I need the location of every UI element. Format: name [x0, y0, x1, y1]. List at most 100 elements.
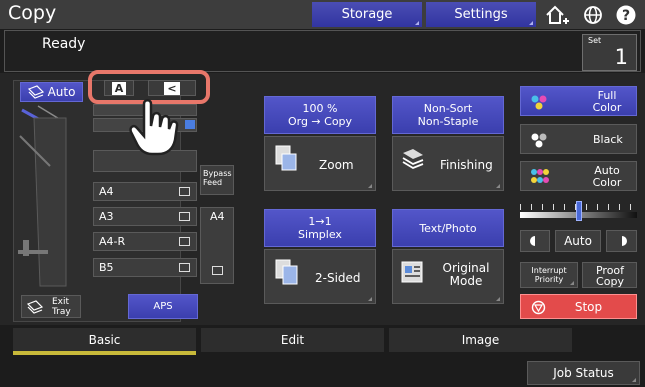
corner-marker-icon [570, 281, 574, 285]
stop-label: Stop [574, 299, 603, 314]
bypass-tray[interactable]: A4 [200, 207, 234, 284]
finishing-display[interactable]: Non-Sort Non-Staple [392, 96, 504, 134]
sort-mode: Non-Sort [423, 102, 473, 115]
density-slider[interactable] [520, 201, 637, 221]
app-title: Copy [8, 2, 57, 24]
auto-color-dots-icon [531, 169, 549, 183]
duplex-ratio: 1→1 [308, 215, 332, 228]
density-lighter-button[interactable] [520, 230, 550, 252]
orientation-landscape-button[interactable]: < [148, 80, 196, 96]
orientation-portrait-button[interactable]: A [104, 80, 134, 96]
bypass-label: Bypass Feed [203, 169, 232, 187]
cassette-1[interactable]: A4 [93, 182, 197, 201]
hand-pointer-icon [129, 99, 179, 156]
duplex-mode: Simplex [298, 228, 342, 241]
black-dots-icon [531, 133, 547, 148]
finishing-stack-icon [402, 149, 424, 170]
corner-marker-icon [529, 21, 533, 25]
zoom-button[interactable]: Zoom [264, 136, 376, 191]
cassette-2-size: A3 [99, 210, 114, 223]
cassette-4-size: B5 [99, 261, 114, 274]
job-status-label: Job Status [553, 366, 614, 380]
selected-tray-indicator [185, 120, 195, 129]
paper-auto-button[interactable]: Auto [20, 82, 83, 102]
tab-image[interactable]: Image [389, 328, 572, 352]
ratio-mode: Org → Copy [287, 115, 353, 128]
ratio-percent: 100 % [302, 102, 338, 115]
original-mode-label-line2: Mode [449, 274, 483, 288]
original-mode-value: Text/Photo [419, 221, 477, 235]
paper-lines-icon [179, 237, 190, 246]
full-color-label: Full Color [581, 90, 633, 114]
corner-marker-icon [632, 378, 636, 382]
interrupt-line1: Interrupt [531, 266, 567, 275]
paper-lines-icon [179, 187, 190, 196]
density-darker-button[interactable] [606, 230, 637, 252]
status-panel [4, 30, 641, 72]
staple-mode: Non-Staple [417, 115, 479, 128]
cassette-2[interactable]: A3 [93, 207, 197, 226]
original-mode-label: Original Mode [441, 262, 491, 288]
set-label: Set [588, 36, 602, 45]
bypass-size: A4 [210, 210, 225, 223]
corner-marker-icon [368, 297, 372, 301]
black-button[interactable]: Black [520, 124, 637, 154]
stop-icon [531, 300, 546, 315]
half-circle-left-icon [530, 236, 535, 246]
auto-color-label: Auto Color [581, 165, 633, 189]
cassette-1-size: A4 [99, 185, 114, 198]
interrupt-label: Interrupt Priority [523, 266, 575, 284]
exit-tray-button[interactable]: Exit Tray [21, 295, 81, 318]
original-mode-button[interactable]: Original Mode [392, 249, 504, 304]
storage-button[interactable]: Storage [312, 2, 422, 27]
finishing-label: Finishing [440, 158, 493, 172]
auto-color-button[interactable]: Auto Color [520, 161, 637, 191]
tab-basic-label: Basic [88, 333, 121, 347]
language-button[interactable] [580, 3, 606, 27]
paper-auto-label: Auto [47, 85, 76, 99]
ratio-display[interactable]: 100 % Org → Copy [264, 96, 376, 134]
interrupt-button[interactable]: Interrupt Priority [520, 262, 578, 288]
globe-icon [584, 6, 602, 24]
aps-button[interactable]: APS [128, 294, 198, 319]
paper-stack-icon [27, 85, 44, 99]
orientation-portrait-label: A [111, 81, 127, 95]
two-sided-button[interactable]: 2-Sided [264, 249, 376, 304]
finishing-button[interactable]: Finishing [392, 136, 504, 191]
duplex-display[interactable]: 1→1 Simplex [264, 209, 376, 247]
tab-edit[interactable]: Edit [201, 328, 384, 352]
density-auto-button[interactable]: Auto [555, 230, 601, 252]
settings-button[interactable]: Settings [426, 2, 536, 27]
status-message: Ready [42, 36, 86, 52]
copy-count-box[interactable]: Set 1 [582, 34, 637, 71]
corner-marker-icon [415, 21, 419, 25]
job-status-button[interactable]: Job Status [527, 361, 640, 385]
stop-button[interactable]: Stop [520, 294, 637, 319]
two-sided-icon [275, 259, 298, 285]
cassette-4[interactable]: B5 [93, 258, 197, 277]
auto-color-line2: Color [592, 176, 622, 189]
paper-lines-icon [212, 266, 223, 275]
help-button[interactable]: ? [614, 4, 638, 26]
density-thumb[interactable] [576, 201, 582, 221]
cassette-3[interactable]: A4-R [93, 232, 197, 251]
settings-label: Settings [454, 7, 508, 22]
color-dots-icon [531, 95, 547, 110]
bypass-feed-button[interactable]: Bypass Feed [200, 165, 234, 195]
tab-image-label: Image [461, 333, 500, 347]
aps-label: APS [153, 301, 173, 312]
zoom-icon [275, 145, 297, 171]
paper-lines-icon [179, 212, 190, 221]
tab-basic[interactable]: Basic [13, 328, 196, 352]
zoom-label: Zoom [319, 158, 354, 172]
home-button[interactable] [541, 3, 573, 27]
proof-copy-button[interactable]: Proof Copy [582, 262, 637, 288]
original-mode-display[interactable]: Text/Photo [392, 209, 504, 247]
full-color-button[interactable]: Full Color [520, 86, 637, 116]
storage-label: Storage [341, 7, 393, 22]
home-icon [546, 5, 569, 24]
corner-marker-icon [496, 297, 500, 301]
corner-marker-icon [368, 184, 372, 188]
full-color-line2: Color [592, 101, 622, 114]
two-sided-label: 2-Sided [315, 271, 361, 285]
